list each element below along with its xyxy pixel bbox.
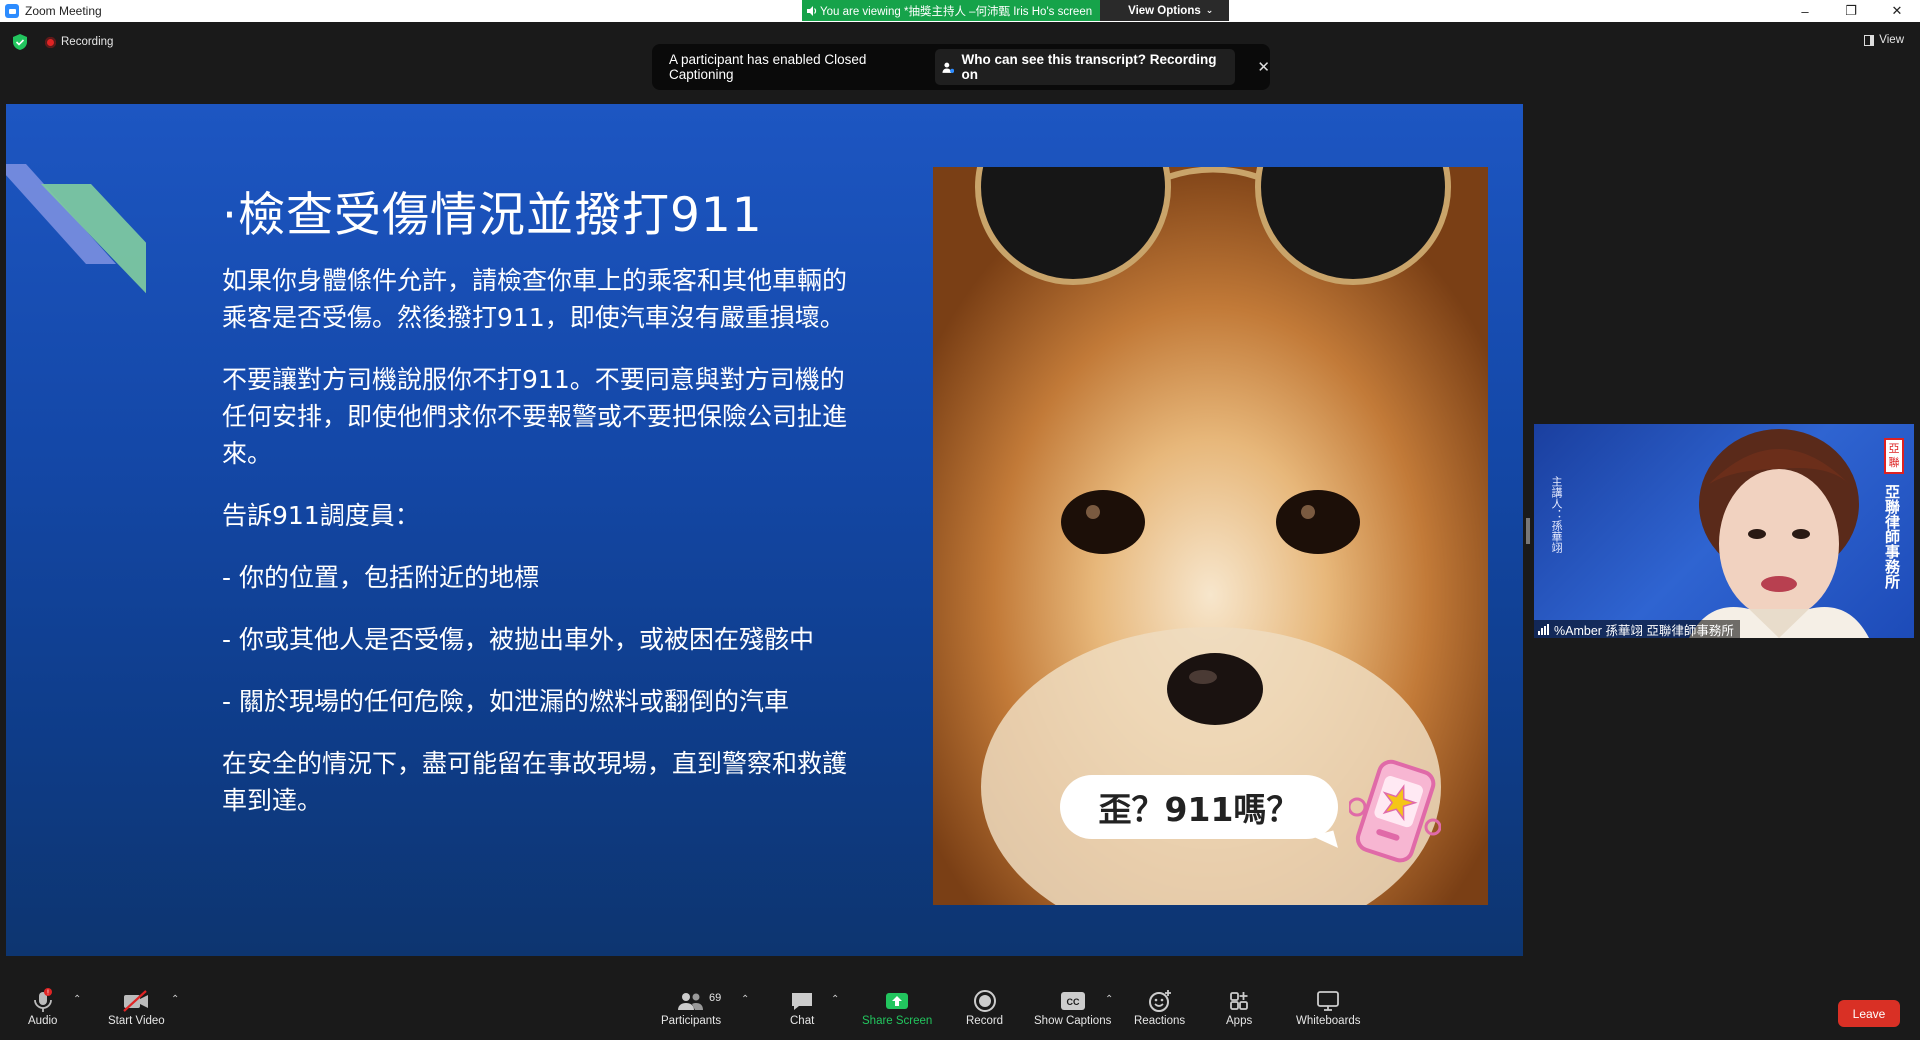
show-captions-button[interactable]: CC Show Captions — [1034, 988, 1111, 1027]
share-screen-label: Share Screen — [862, 1015, 933, 1027]
view-options-button[interactable]: View Options ⌄ — [1100, 0, 1230, 21]
speaker-video-feed — [1689, 429, 1869, 638]
close-window-button[interactable]: ✕ — [1874, 0, 1920, 22]
whiteboards-label: Whiteboards — [1296, 1015, 1361, 1027]
signal-bars-icon — [1538, 623, 1549, 635]
slide-bullet: - 關於現場的任何危險，如泄漏的燃料或翻倒的汽車 — [222, 687, 789, 716]
smiley-reaction-icon — [1148, 990, 1171, 1012]
phone-sticker-icon — [1349, 759, 1441, 863]
close-icon[interactable]: ✕ — [1257, 58, 1270, 76]
chevron-down-icon: ⌄ — [1205, 5, 1214, 15]
microphone-muted-icon: ! — [33, 988, 52, 1012]
viewing-banner: You are viewing *抽獎主持人 –何沛甄 Iris Ho's sc… — [802, 0, 1230, 21]
slide-paragraph: 如果你身體條件允許，請檢查你車上的乘客和其他車輛的乘客是否受傷。然後撥打911，… — [222, 266, 848, 332]
apps-icon — [1230, 992, 1249, 1010]
participant-name: %Amber 孫華翊 亞聯律師事務所 — [1554, 623, 1734, 638]
firm-name-vertical: 亞聯律師事務所 — [1883, 484, 1900, 589]
viewing-label: You are viewing *抽獎主持人 –何沛甄 Iris Ho's sc… — [820, 5, 1093, 18]
slide-paragraph: 不要讓對方司機說服你不打911。不要同意與對方司機的任何安排，即使他們求你不要報… — [222, 365, 848, 468]
meeting-toolbar: ! Audio ⌃ Start Video ⌃ Participants 69 — [0, 972, 1920, 1040]
pomeranian-photo: 歪？911嗎？ — [933, 167, 1488, 905]
recording-dot-icon — [45, 36, 56, 48]
slide-bullet: - 你或其他人是否受傷，被拋出車外，或被困在殘骸中 — [222, 625, 814, 654]
speaker-caption-left: 主講人：孫華翊 — [1550, 476, 1562, 553]
record-button[interactable]: Record — [966, 988, 1003, 1027]
security-shield-icon[interactable] — [13, 34, 27, 50]
slide-body: 如果你身體條件允許，請檢查你車上的乘客和其他車輛的乘客是否受傷。然後撥打911，… — [222, 262, 858, 844]
chat-button[interactable]: Chat — [790, 988, 814, 1027]
audio-button[interactable]: ! Audio — [28, 988, 57, 1027]
reactions-button[interactable]: Reactions — [1134, 988, 1185, 1027]
window-controls: – ❐ ✕ — [1782, 0, 1920, 22]
slide-title: ·檢查受傷情況並撥打911 — [222, 188, 763, 243]
window-title: Zoom Meeting — [25, 4, 102, 18]
restore-button[interactable]: ❐ — [1828, 0, 1874, 22]
recording-label: Recording — [61, 36, 114, 48]
start-video-button[interactable]: Start Video — [108, 988, 165, 1027]
audio-label: Audio — [28, 1015, 58, 1027]
whiteboards-button[interactable]: Whiteboards — [1296, 988, 1361, 1027]
panel-resize-handle[interactable] — [1526, 518, 1530, 544]
video-options-caret-icon[interactable]: ⌃ — [171, 994, 179, 1005]
closed-caption-notice: A participant has enabled Closed Caption… — [652, 44, 1270, 90]
slide-paragraph: 在安全的情況下，盡可能留在事故現場，直到警察和救護車到達。 — [222, 749, 848, 815]
whiteboard-icon — [1317, 991, 1340, 1011]
chat-options-caret-icon[interactable]: ⌃ — [831, 994, 839, 1005]
shared-screen-slide: ·檢查受傷情況並撥打911 如果你身體條件允許，請檢查你車上的乘客和其他車輛的乘… — [6, 104, 1523, 956]
record-icon — [973, 990, 996, 1012]
view-layout-icon — [1864, 34, 1875, 46]
captions-options-caret-icon[interactable]: ⌃ — [1105, 994, 1113, 1005]
viewing-banner-text: You are viewing *抽獎主持人 –何沛甄 Iris Ho's sc… — [802, 0, 1101, 21]
share-screen-button[interactable]: Share Screen — [862, 988, 932, 1027]
speaker-icon — [807, 5, 817, 16]
cc-notice-message: A participant has enabled Closed Caption… — [669, 52, 867, 82]
apps-label: Apps — [1226, 1015, 1253, 1027]
view-label: View — [1879, 34, 1904, 46]
video-off-icon — [123, 990, 149, 1012]
chat-label: Chat — [790, 1015, 815, 1027]
participants-count: 69 — [709, 992, 722, 1004]
svg-text:!: ! — [47, 990, 49, 997]
show-captions-label: Show Captions — [1034, 1015, 1112, 1027]
share-screen-icon — [886, 993, 909, 1009]
zoom-logo-icon — [5, 4, 19, 18]
speech-bubble: 歪？911嗎？ — [1060, 775, 1338, 839]
chat-icon — [792, 993, 813, 1010]
meeting-status-row: Recording — [0, 28, 113, 56]
audio-options-caret-icon[interactable]: ⌃ — [73, 994, 81, 1005]
closed-captions-icon: CC — [1060, 992, 1085, 1010]
svg-text:CC: CC — [1066, 997, 1079, 1007]
slide-bullet: - 你的位置，包括附近的地標 — [222, 563, 539, 592]
window-titlebar: Zoom Meeting You are viewing *抽獎主持人 –何沛甄… — [0, 0, 1920, 22]
view-button[interactable]: View — [1864, 34, 1904, 46]
firm-seal: 亞聯 — [1884, 438, 1904, 474]
person-icon — [942, 62, 955, 73]
leave-button[interactable]: Leave — [1838, 1000, 1900, 1027]
participants-icon — [678, 993, 704, 1010]
start-video-label: Start Video — [108, 1015, 165, 1027]
transcript-link-label: Who can see this transcript? Recording o… — [961, 52, 1217, 82]
participants-label: Participants — [661, 1015, 722, 1027]
slide-paragraph: 告訴911調度員： — [222, 501, 420, 530]
reactions-label: Reactions — [1134, 1015, 1186, 1027]
minimize-button[interactable]: – — [1782, 0, 1828, 22]
apps-button[interactable]: Apps — [1226, 988, 1252, 1027]
slide-decoration — [6, 164, 146, 294]
participants-options-caret-icon[interactable]: ⌃ — [741, 994, 749, 1005]
participant-video-tile[interactable]: 主講人：孫華翊 亞聯 亞聯律師事務所 %Amber 孫華翊 亞聯律師事務所 — [1534, 424, 1914, 638]
record-label: Record — [966, 1015, 1004, 1027]
view-options-label: View Options — [1128, 4, 1201, 17]
participant-name-tag: %Amber 孫華翊 亞聯律師事務所 — [1534, 620, 1740, 638]
recording-indicator[interactable]: Recording — [45, 36, 113, 48]
transcript-visibility-link[interactable]: Who can see this transcript? Recording o… — [934, 49, 1236, 85]
